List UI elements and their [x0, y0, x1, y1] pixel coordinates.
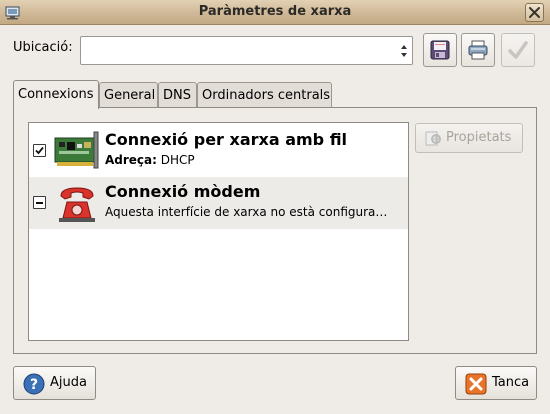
mixed-state-mark: [36, 202, 43, 204]
connection-title: Connexió mòdem: [105, 182, 261, 201]
network-card-icon: [54, 131, 99, 169]
connection-title: Connexió per xarxa amb fil: [105, 130, 348, 149]
combo-arrows-icon: [401, 45, 407, 57]
location-combo[interactable]: [80, 36, 413, 65]
tab-connexions[interactable]: Connexions: [13, 80, 99, 109]
checkmark-icon: [35, 146, 44, 155]
svg-text:?: ?: [30, 377, 38, 393]
close-button[interactable]: Tanca: [455, 366, 537, 400]
connection-enable-checkbox[interactable]: [33, 196, 46, 209]
connections-list: Connexió per xarxa amb fil Adreça: DHCP …: [28, 122, 409, 341]
tab-ordinadors-centrals[interactable]: Ordinadors centrals: [197, 82, 332, 108]
window-close-button[interactable]: [525, 3, 544, 22]
tab-panel-connexions: Connexió per xarxa amb fil Adreça: DHCP …: [13, 107, 537, 354]
modem-phone-icon: [59, 187, 95, 222]
printer-delete-icon: [468, 40, 488, 60]
address-label: Adreça:: [105, 153, 157, 167]
close-x-icon: [465, 373, 487, 395]
location-label: Ubicació:: [13, 40, 73, 55]
help-label: Ajuda: [50, 375, 87, 390]
connection-enable-checkbox[interactable]: [33, 144, 46, 157]
connection-detail: Aquesta interfície de xarxa no està conf…: [105, 205, 388, 219]
close-icon: [529, 7, 540, 18]
tab-dns[interactable]: DNS: [158, 82, 197, 108]
activate-location-button[interactable]: [501, 33, 535, 67]
properties-label: Propietats: [446, 130, 512, 145]
checkmark-icon: [508, 41, 528, 59]
tab-general[interactable]: General: [99, 82, 158, 108]
title-bar: Paràmetres de xarxa: [0, 0, 550, 25]
help-icon: ?: [23, 373, 45, 395]
help-button[interactable]: ? Ajuda: [13, 366, 96, 400]
address-value: DHCP: [160, 153, 195, 167]
properties-button[interactable]: Propietats: [415, 123, 523, 153]
properties-icon: [425, 131, 441, 146]
window-title: Paràmetres de xarxa: [198, 4, 352, 19]
floppy-save-icon: [430, 40, 450, 60]
connection-row-wired[interactable]: Connexió per xarxa amb fil Adreça: DHCP: [29, 125, 408, 177]
connection-row-modem[interactable]: Connexió mòdem Aquesta interfície de xar…: [29, 177, 408, 229]
connection-detail: Adreça: DHCP: [105, 153, 405, 167]
save-location-button[interactable]: [423, 33, 457, 67]
close-label: Tanca: [492, 375, 530, 390]
delete-location-button[interactable]: [461, 33, 495, 67]
